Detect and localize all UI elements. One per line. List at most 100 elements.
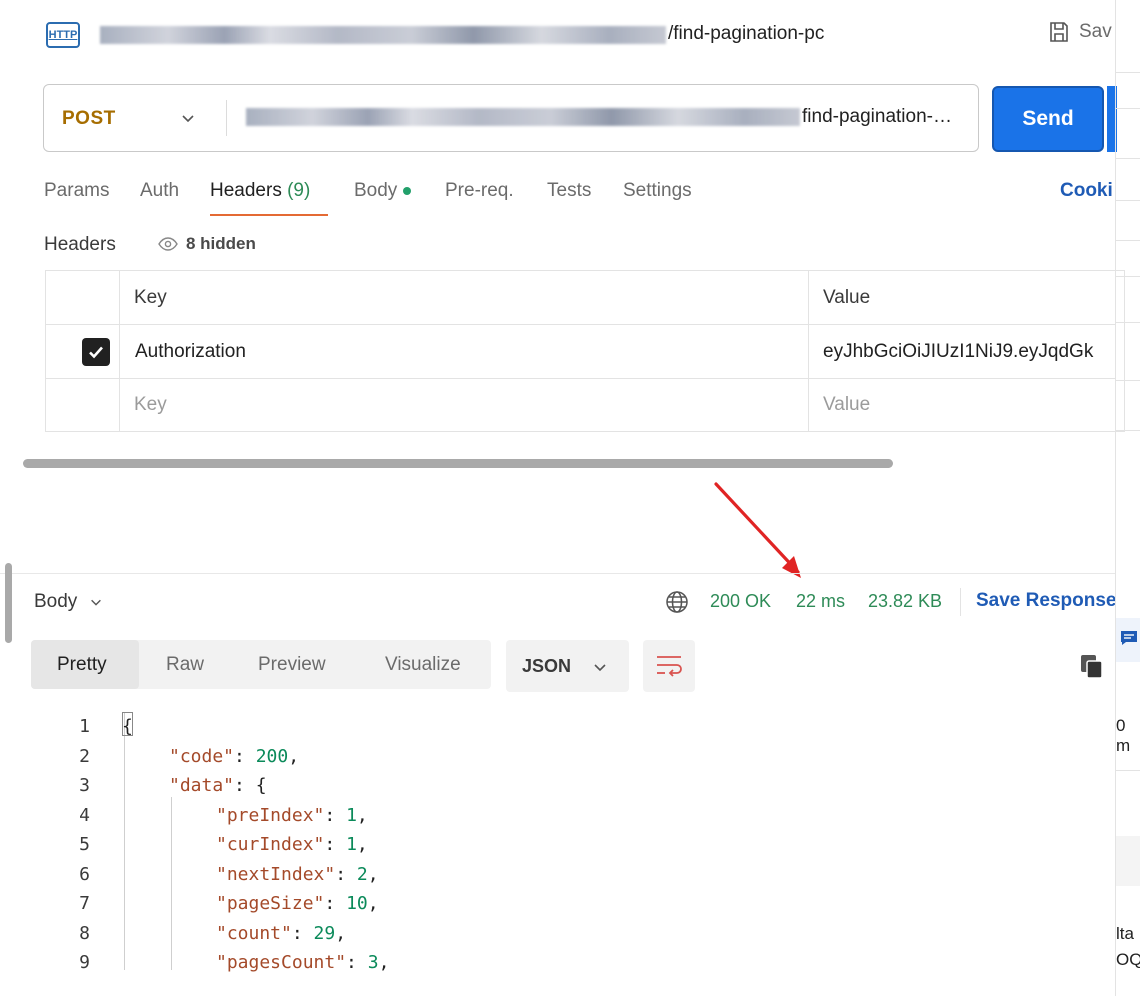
json-punctuation: , xyxy=(367,893,379,915)
tab-params[interactable]: Params xyxy=(44,180,109,202)
code-line: 7 "pageSize": 10, xyxy=(50,889,379,919)
section-divider xyxy=(0,573,1115,574)
json-punctuation: , xyxy=(367,863,379,885)
side-pane-row xyxy=(1116,836,1140,886)
json-key: "preIndex" xyxy=(216,804,325,826)
json-separator: : xyxy=(234,775,256,797)
column-header-value: Value xyxy=(823,287,871,308)
json-separator: : xyxy=(346,952,368,974)
code-text: "data": { xyxy=(169,775,267,796)
code-text: "preIndex": 1, xyxy=(216,805,368,826)
globe-icon[interactable] xyxy=(665,590,689,614)
code-text: "count": 29, xyxy=(216,923,346,944)
json-key: "curIndex" xyxy=(216,834,325,856)
tab-tests[interactable]: Tests xyxy=(547,180,591,202)
http-request-icon: HTTP xyxy=(46,22,80,48)
side-pane-divider xyxy=(1116,322,1140,323)
line-number: 1 xyxy=(79,716,90,738)
response-body-label: Body xyxy=(34,591,78,612)
json-separator: : xyxy=(335,863,357,885)
code-text: "curIndex": 1, xyxy=(216,834,368,855)
body-status-dot xyxy=(403,186,412,195)
copy-icon[interactable] xyxy=(1080,654,1104,680)
json-separator: : xyxy=(324,804,347,826)
side-pane-divider xyxy=(1116,72,1140,73)
line-number: 9 xyxy=(79,952,90,974)
view-tab-preview[interactable]: Preview xyxy=(258,654,326,676)
new-value-input[interactable]: Value xyxy=(823,394,870,416)
json-value: 29 xyxy=(313,922,336,944)
side-pane-divider xyxy=(1116,200,1140,201)
view-tab-raw[interactable]: Raw xyxy=(166,654,204,676)
line-number: 6 xyxy=(79,863,90,885)
json-separator: : xyxy=(324,893,347,915)
tab-body[interactable]: Body xyxy=(354,180,412,202)
chevron-down-icon[interactable] xyxy=(180,110,196,126)
header-enabled-checkbox[interactable] xyxy=(82,338,110,366)
side-pane-comment-button[interactable] xyxy=(1116,618,1140,662)
side-pane-divider xyxy=(1116,380,1140,381)
json-value: 1 xyxy=(346,834,357,856)
code-line: 8 "count": 29, xyxy=(50,919,346,949)
code-text: { xyxy=(122,716,133,738)
save-label: Sav xyxy=(1079,21,1112,42)
side-pane-divider xyxy=(1116,276,1140,277)
table-divider xyxy=(119,270,120,432)
json-punctuation: , xyxy=(356,804,368,826)
json-value: 2 xyxy=(356,863,368,885)
json-key: "pageSize" xyxy=(216,893,325,915)
code-text: "nextIndex": 2, xyxy=(216,864,379,885)
send-button[interactable]: Send xyxy=(992,86,1104,152)
hidden-headers-toggle[interactable]: 8 hidden xyxy=(150,228,264,260)
code-text: "pagesCount": 3, xyxy=(216,952,389,973)
view-tab-pretty[interactable]: Pretty xyxy=(57,654,107,676)
code-line: 3 "data": { xyxy=(50,771,267,801)
table-divider xyxy=(45,324,1115,325)
chevron-down-icon xyxy=(594,664,606,672)
json-punctuation: { xyxy=(255,775,267,797)
code-line: 6 "nextIndex": 2, xyxy=(50,860,379,890)
json-value: 10 xyxy=(346,893,368,915)
json-separator: : xyxy=(234,745,256,767)
cookies-link[interactable]: Cooki xyxy=(1060,180,1113,202)
save-button[interactable]: Sav xyxy=(1047,20,1112,44)
line-number: 4 xyxy=(79,804,90,826)
comment-icon xyxy=(1121,631,1137,645)
json-key: "pagesCount" xyxy=(216,952,347,974)
json-key: "nextIndex" xyxy=(216,863,336,885)
table-divider xyxy=(45,378,1115,379)
header-value-cell[interactable]: eyJhbGciOiJIUzI1NiJ9.eyJqdGk xyxy=(823,341,1115,363)
code-line: 1{ xyxy=(50,712,133,742)
side-pane-text: 0 m xyxy=(1116,716,1131,755)
url-divider xyxy=(226,100,227,136)
code-line: 4 "preIndex": 1, xyxy=(50,801,368,831)
response-body-dropdown[interactable]: Body xyxy=(34,591,103,613)
column-header-key: Key xyxy=(134,287,167,308)
tab-prereq[interactable]: Pre-req. xyxy=(445,180,514,202)
side-pane-divider xyxy=(1116,770,1140,771)
view-tab-visualize[interactable]: Visualize xyxy=(385,654,461,676)
request-title[interactable]: /find-pagination-pc xyxy=(668,23,824,45)
header-key-cell[interactable]: Authorization xyxy=(135,341,246,363)
save-response-button[interactable]: Save Response xyxy=(976,590,1116,612)
horizontal-scrollbar[interactable] xyxy=(23,459,893,468)
url-input[interactable]: find-pagination-… xyxy=(802,106,952,128)
new-key-input[interactable]: Key xyxy=(134,394,167,416)
tab-settings[interactable]: Settings xyxy=(623,180,692,202)
method-select[interactable]: POST xyxy=(62,108,116,130)
response-status[interactable]: 200 OK xyxy=(710,591,771,612)
response-size[interactable]: 23.82 KB xyxy=(868,591,942,612)
tab-body-label: Body xyxy=(354,180,398,201)
json-punctuation: , xyxy=(356,834,368,856)
hidden-count: 8 hidden xyxy=(186,234,256,253)
side-pane-text: OQ xyxy=(1116,950,1140,969)
tab-auth[interactable]: Auth xyxy=(140,180,179,202)
vertical-scrollbar[interactable] xyxy=(5,563,12,643)
line-number: 8 xyxy=(79,922,90,944)
redacted-url-title xyxy=(100,26,666,44)
tab-headers[interactable]: Headers (9) xyxy=(210,180,310,202)
response-time[interactable]: 22 ms xyxy=(796,591,845,612)
wrap-lines-icon xyxy=(657,656,682,677)
redacted-url-input xyxy=(246,108,800,126)
line-number: 5 xyxy=(79,834,90,856)
